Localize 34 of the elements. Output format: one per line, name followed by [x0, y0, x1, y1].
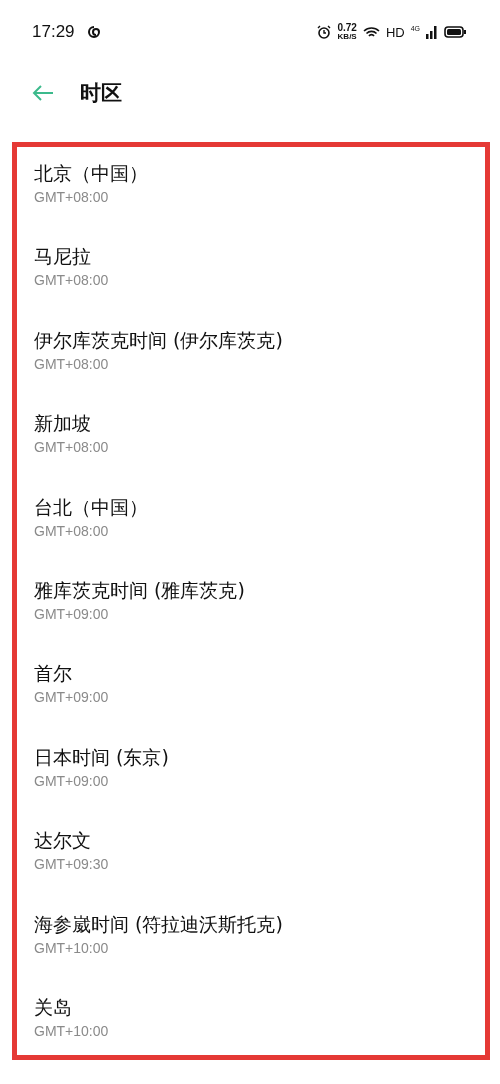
timezone-offset: GMT+09:00 [34, 688, 110, 707]
timezone-offset: GMT+10:00 [34, 1021, 110, 1040]
timezone-offset: GMT+08:00 [34, 438, 110, 457]
alarm-icon [317, 25, 332, 39]
timezone-name[interactable]: 关岛 [34, 993, 490, 1020]
timezone-name[interactable]: 雅库茨克时间 (雅库茨克) [34, 576, 490, 603]
timezone-name[interactable]: 日本时间 (东京) [34, 743, 490, 770]
timezone-name[interactable]: 首尔 [34, 660, 490, 687]
timezone-offset: GMT+10:00 [34, 938, 110, 957]
timezone-name[interactable]: 海参崴时间 (符拉迪沃斯托克) [34, 910, 490, 937]
timezone-name[interactable]: 马尼拉 [34, 243, 490, 270]
back-arrow-icon [32, 85, 54, 101]
swirl-icon [86, 25, 101, 39]
timezone-offset: GMT+09:30 [34, 855, 110, 874]
timezone-offset: GMT+09:00 [34, 604, 110, 623]
timezone-offset: GMT+08:00 [34, 271, 110, 290]
timezone-offset: GMT+09:00 [34, 771, 110, 790]
timezone-name[interactable]: 台北（中国） [34, 493, 490, 520]
hd-label: HD [385, 24, 405, 40]
timezone-name[interactable]: 北京（中国） [34, 160, 490, 186]
timezone-offset: GMT+08:00 [34, 521, 110, 540]
page-title: 时区 [80, 80, 122, 107]
timezone-name[interactable]: 新加坡 [34, 410, 490, 437]
signal-icon [426, 25, 438, 39]
speed-unit: KB/S [337, 33, 357, 41]
clock-time: 17:29 [32, 22, 75, 42]
timezone-offset: GMT+08:00 [34, 188, 110, 206]
timezone-name[interactable]: 达尔文 [34, 827, 490, 854]
timezone-name[interactable]: 伊尔库茨克时间 (伊尔库茨克) [34, 326, 490, 353]
wifi-icon [362, 25, 380, 39]
back-button[interactable] [32, 85, 54, 101]
network-speed: 0.72 [337, 23, 357, 33]
timezone-offset: GMT+08:00 [34, 354, 110, 373]
battery-icon [444, 26, 466, 38]
